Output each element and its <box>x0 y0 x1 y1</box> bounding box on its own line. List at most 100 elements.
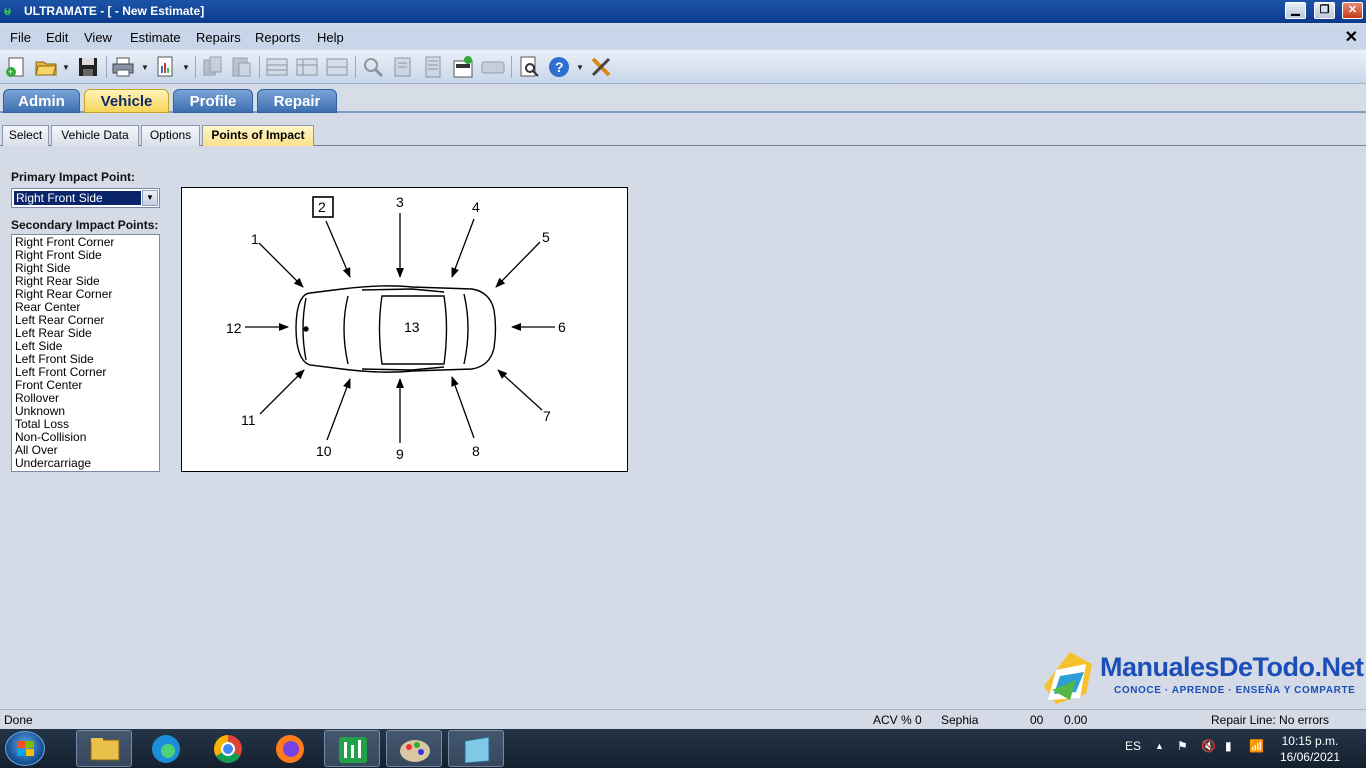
tab-vehicle[interactable]: Vehicle <box>84 89 169 113</box>
menu-edit[interactable]: Edit <box>46 30 68 45</box>
subtab-vehicle-data[interactable]: Vehicle Data <box>51 125 139 146</box>
paste-button[interactable] <box>229 55 253 79</box>
tab-repair[interactable]: Repair <box>257 89 337 113</box>
open-button[interactable] <box>34 55 58 79</box>
subtab-select[interactable]: Select <box>2 125 49 146</box>
edge-browser-icon <box>152 735 180 763</box>
impact-point-11[interactable]: 11 <box>241 412 256 428</box>
table-icon <box>326 58 348 76</box>
menu-view[interactable]: View <box>84 30 112 45</box>
system-clock[interactable]: 10:15 p.m. 16/06/2021 <box>1280 733 1340 765</box>
taskbar-explorer[interactable] <box>76 730 132 767</box>
impact-point-5[interactable]: 5 <box>542 229 550 245</box>
impact-point-8[interactable]: 8 <box>472 443 480 459</box>
subtab-options[interactable]: Options <box>141 125 200 146</box>
taskbar-paint[interactable] <box>386 730 442 767</box>
impact-point-12[interactable]: 12 <box>226 320 242 336</box>
close-button[interactable]: ✕ <box>1342 2 1363 19</box>
network-icon[interactable]: 📶 <box>1249 739 1264 753</box>
paste-icon <box>232 57 251 77</box>
secondary-impact-list[interactable]: Right Front Corner Right Front Side Righ… <box>11 234 160 472</box>
tab-admin[interactable]: Admin <box>3 89 80 113</box>
list-icon <box>425 56 441 78</box>
language-indicator[interactable]: ES <box>1125 739 1141 753</box>
primary-impact-select[interactable]: Right Front Side ▼ <box>11 188 160 208</box>
calculator-button[interactable] <box>451 55 475 79</box>
insert-line-above-button[interactable] <box>265 55 289 79</box>
menu-repairs[interactable]: Repairs <box>196 30 241 45</box>
subtab-points-of-impact[interactable]: Points of Impact <box>202 125 314 146</box>
document-close-icon[interactable]: ✕ <box>1345 27 1358 47</box>
impact-point-6[interactable]: 6 <box>558 319 566 335</box>
status-text: Done <box>4 713 33 727</box>
list-button[interactable] <box>421 55 445 79</box>
taskbar: ES ▲ ⚑ 🔇 ▮ 📶 10:15 p.m. 16/06/2021 <box>0 729 1366 768</box>
windows-flag-icon <box>17 741 34 756</box>
help-dropdown-icon[interactable]: ▼ <box>576 63 584 72</box>
impact-point-9[interactable]: 9 <box>396 446 404 462</box>
menu-estimate[interactable]: Estimate <box>130 30 181 45</box>
impact-point-2[interactable]: 2 <box>318 199 326 215</box>
open-dropdown-icon[interactable]: ▼ <box>62 63 70 72</box>
table-column-icon <box>296 58 318 76</box>
notes-icon <box>394 57 411 77</box>
print-button[interactable] <box>111 55 135 79</box>
status-repair-line: Repair Line: No errors <box>1211 713 1330 727</box>
impact-point-13[interactable]: 13 <box>404 319 420 335</box>
toolbar: + ▼ ▼ ▼ ? ▼ <box>0 50 1366 84</box>
list-item[interactable]: Undercarriage <box>15 457 156 470</box>
minimize-button[interactable]: ▁ <box>1285 2 1306 19</box>
tab-profile[interactable]: Profile <box>173 89 253 113</box>
impact-point-4[interactable]: 4 <box>472 199 480 215</box>
help-icon: ? <box>549 57 569 77</box>
save-button[interactable] <box>76 55 100 79</box>
clock-time: 10:15 p.m. <box>1281 734 1339 748</box>
show-hidden-icons-icon[interactable]: ▲ <box>1155 741 1164 751</box>
taskbar-ultramate[interactable] <box>324 730 380 767</box>
notes-button[interactable] <box>391 55 415 79</box>
impact-point-1[interactable]: 1 <box>251 231 259 247</box>
ultramate-logo-icon: ᵾ <box>4 4 11 18</box>
action-center-flag-icon[interactable]: ⚑ <box>1177 739 1188 753</box>
volume-muted-icon[interactable]: 🔇 <box>1201 739 1216 753</box>
taskbar-edge[interactable] <box>138 730 194 767</box>
report-icon <box>157 56 173 77</box>
impact-point-7[interactable]: 7 <box>543 408 551 424</box>
impact-diagram[interactable]: 1 2 3 4 5 6 7 8 9 10 11 12 13 <box>181 187 628 472</box>
help-button[interactable]: ? <box>547 55 571 79</box>
paint-palette-icon <box>400 740 430 762</box>
impact-point-10[interactable]: 10 <box>316 443 332 459</box>
battery-icon[interactable]: ▮ <box>1225 739 1232 753</box>
chevron-down-icon[interactable]: ▼ <box>142 190 158 206</box>
impact-arrows <box>245 213 555 443</box>
taskbar-chrome[interactable] <box>200 730 256 767</box>
restore-button[interactable]: ❐ <box>1314 2 1335 19</box>
report-dropdown-icon[interactable]: ▼ <box>182 63 190 72</box>
clock-date: 16/06/2021 <box>1279 750 1340 764</box>
search-parts-button[interactable] <box>361 55 385 79</box>
impact-point-3[interactable]: 3 <box>396 194 404 210</box>
card-button[interactable] <box>481 55 505 79</box>
taskbar-firefox[interactable] <box>262 730 318 767</box>
primary-impact-label: Primary Impact Point: <box>11 170 136 184</box>
report-button[interactable] <box>153 55 177 79</box>
menu-help[interactable]: Help <box>317 30 344 45</box>
taskbar-notepad[interactable] <box>448 730 504 767</box>
new-estimate-button[interactable]: + <box>4 55 28 79</box>
copy-button[interactable] <box>201 55 225 79</box>
firefox-browser-icon <box>276 735 304 763</box>
start-button[interactable] <box>5 731 45 766</box>
menu-reports[interactable]: Reports <box>255 30 301 45</box>
menu-bar: File Edit View Estimate Repairs Reports … <box>0 25 1366 49</box>
insert-line-button[interactable] <box>295 55 319 79</box>
secondary-impact-label: Secondary Impact Points: <box>11 218 159 232</box>
points-of-impact-panel: Primary Impact Point: Right Front Side ▼… <box>0 147 1366 707</box>
car-top-view <box>295 285 497 373</box>
calculator-icon <box>453 56 473 78</box>
preview-button[interactable] <box>517 55 541 79</box>
tools-button[interactable] <box>589 55 613 79</box>
print-dropdown-icon[interactable]: ▼ <box>141 63 149 72</box>
delete-line-button[interactable] <box>325 55 349 79</box>
menu-file[interactable]: File <box>10 30 31 45</box>
ultramate-app-icon <box>339 737 367 763</box>
